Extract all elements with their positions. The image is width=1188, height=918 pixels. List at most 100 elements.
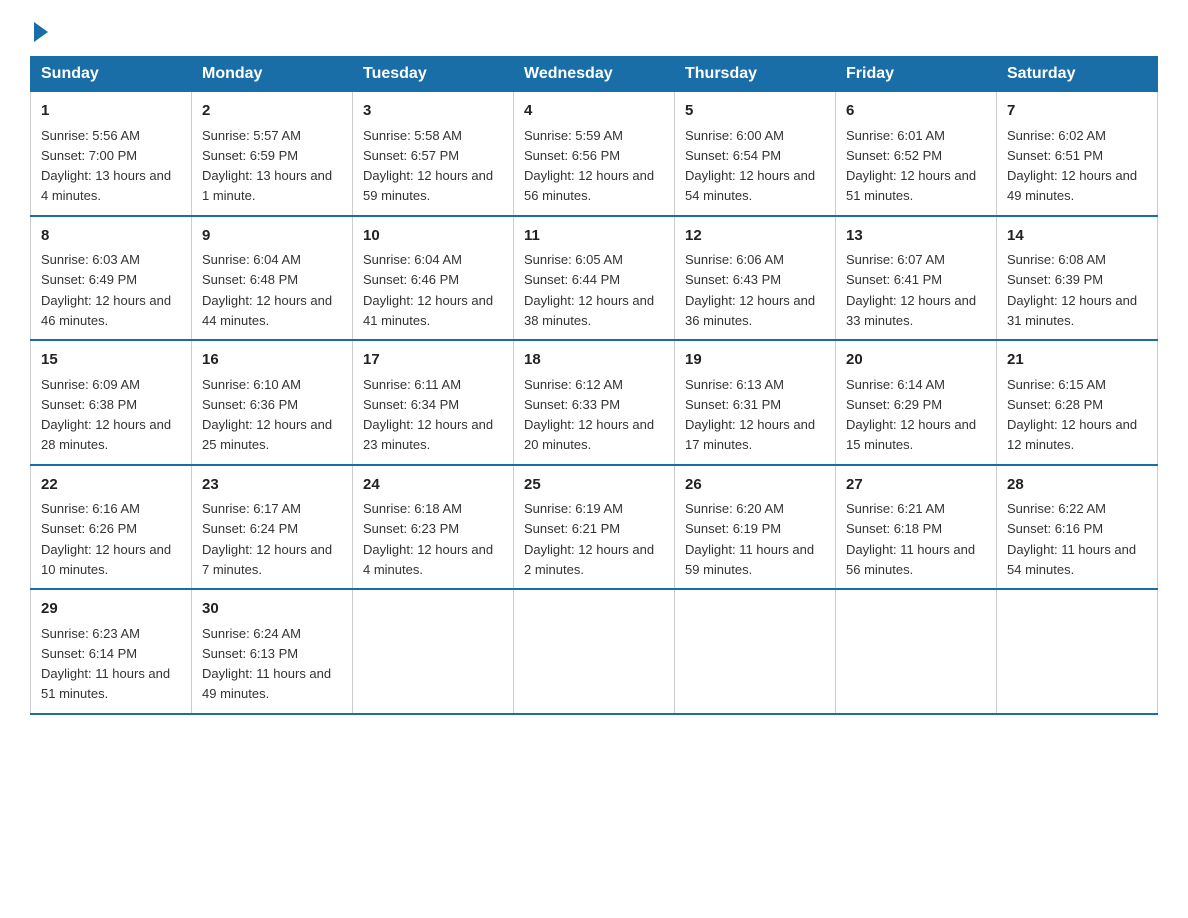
calendar-cell: 4 Sunrise: 5:59 AMSunset: 6:56 PMDayligh…: [514, 92, 675, 216]
header-thursday: Thursday: [675, 57, 836, 92]
calendar-cell: [997, 589, 1158, 714]
day-info: Sunrise: 6:24 AMSunset: 6:13 PMDaylight:…: [202, 626, 331, 702]
day-info: Sunrise: 6:01 AMSunset: 6:52 PMDaylight:…: [846, 128, 976, 204]
day-number: 4: [524, 100, 664, 123]
calendar-cell: 8 Sunrise: 6:03 AMSunset: 6:49 PMDayligh…: [31, 216, 192, 341]
calendar-cell: 30 Sunrise: 6:24 AMSunset: 6:13 PMDaylig…: [192, 589, 353, 714]
day-number: 17: [363, 349, 503, 372]
day-number: 12: [685, 225, 825, 248]
week-row-1: 1 Sunrise: 5:56 AMSunset: 7:00 PMDayligh…: [31, 92, 1158, 216]
day-number: 26: [685, 474, 825, 497]
header-saturday: Saturday: [997, 57, 1158, 92]
day-number: 21: [1007, 349, 1147, 372]
week-row-5: 29 Sunrise: 6:23 AMSunset: 6:14 PMDaylig…: [31, 589, 1158, 714]
day-info: Sunrise: 6:19 AMSunset: 6:21 PMDaylight:…: [524, 501, 654, 577]
day-number: 11: [524, 225, 664, 248]
calendar-cell: [675, 589, 836, 714]
day-number: 30: [202, 598, 342, 621]
day-info: Sunrise: 6:08 AMSunset: 6:39 PMDaylight:…: [1007, 252, 1137, 328]
header-wednesday: Wednesday: [514, 57, 675, 92]
calendar-cell: 23 Sunrise: 6:17 AMSunset: 6:24 PMDaylig…: [192, 465, 353, 590]
calendar-cell: 11 Sunrise: 6:05 AMSunset: 6:44 PMDaylig…: [514, 216, 675, 341]
day-number: 29: [41, 598, 181, 621]
calendar-cell: 22 Sunrise: 6:16 AMSunset: 6:26 PMDaylig…: [31, 465, 192, 590]
day-number: 27: [846, 474, 986, 497]
day-info: Sunrise: 6:16 AMSunset: 6:26 PMDaylight:…: [41, 501, 171, 577]
day-info: Sunrise: 5:58 AMSunset: 6:57 PMDaylight:…: [363, 128, 493, 204]
day-info: Sunrise: 6:22 AMSunset: 6:16 PMDaylight:…: [1007, 501, 1136, 577]
day-info: Sunrise: 6:10 AMSunset: 6:36 PMDaylight:…: [202, 377, 332, 453]
day-number: 23: [202, 474, 342, 497]
day-info: Sunrise: 5:57 AMSunset: 6:59 PMDaylight:…: [202, 128, 332, 204]
day-info: Sunrise: 6:20 AMSunset: 6:19 PMDaylight:…: [685, 501, 814, 577]
day-number: 14: [1007, 225, 1147, 248]
day-number: 5: [685, 100, 825, 123]
calendar-cell: 18 Sunrise: 6:12 AMSunset: 6:33 PMDaylig…: [514, 340, 675, 465]
day-info: Sunrise: 6:05 AMSunset: 6:44 PMDaylight:…: [524, 252, 654, 328]
day-number: 18: [524, 349, 664, 372]
calendar-cell: 24 Sunrise: 6:18 AMSunset: 6:23 PMDaylig…: [353, 465, 514, 590]
calendar-cell: 25 Sunrise: 6:19 AMSunset: 6:21 PMDaylig…: [514, 465, 675, 590]
day-info: Sunrise: 6:06 AMSunset: 6:43 PMDaylight:…: [685, 252, 815, 328]
day-number: 10: [363, 225, 503, 248]
calendar-cell: 17 Sunrise: 6:11 AMSunset: 6:34 PMDaylig…: [353, 340, 514, 465]
day-number: 24: [363, 474, 503, 497]
header-sunday: Sunday: [31, 57, 192, 92]
day-number: 16: [202, 349, 342, 372]
day-info: Sunrise: 6:13 AMSunset: 6:31 PMDaylight:…: [685, 377, 815, 453]
day-info: Sunrise: 6:02 AMSunset: 6:51 PMDaylight:…: [1007, 128, 1137, 204]
day-number: 8: [41, 225, 181, 248]
day-info: Sunrise: 6:07 AMSunset: 6:41 PMDaylight:…: [846, 252, 976, 328]
day-info: Sunrise: 6:17 AMSunset: 6:24 PMDaylight:…: [202, 501, 332, 577]
calendar-cell: 1 Sunrise: 5:56 AMSunset: 7:00 PMDayligh…: [31, 92, 192, 216]
week-row-2: 8 Sunrise: 6:03 AMSunset: 6:49 PMDayligh…: [31, 216, 1158, 341]
day-number: 22: [41, 474, 181, 497]
day-info: Sunrise: 6:15 AMSunset: 6:28 PMDaylight:…: [1007, 377, 1137, 453]
day-info: Sunrise: 5:56 AMSunset: 7:00 PMDaylight:…: [41, 128, 171, 204]
header-monday: Monday: [192, 57, 353, 92]
day-info: Sunrise: 6:14 AMSunset: 6:29 PMDaylight:…: [846, 377, 976, 453]
day-number: 1: [41, 100, 181, 123]
calendar-header-row: SundayMondayTuesdayWednesdayThursdayFrid…: [31, 57, 1158, 92]
day-info: Sunrise: 6:00 AMSunset: 6:54 PMDaylight:…: [685, 128, 815, 204]
week-row-3: 15 Sunrise: 6:09 AMSunset: 6:38 PMDaylig…: [31, 340, 1158, 465]
calendar-cell: [836, 589, 997, 714]
header-tuesday: Tuesday: [353, 57, 514, 92]
day-info: Sunrise: 6:21 AMSunset: 6:18 PMDaylight:…: [846, 501, 975, 577]
calendar-cell: 28 Sunrise: 6:22 AMSunset: 6:16 PMDaylig…: [997, 465, 1158, 590]
calendar-table: SundayMondayTuesdayWednesdayThursdayFrid…: [30, 56, 1158, 715]
calendar-cell: 13 Sunrise: 6:07 AMSunset: 6:41 PMDaylig…: [836, 216, 997, 341]
calendar-cell: 16 Sunrise: 6:10 AMSunset: 6:36 PMDaylig…: [192, 340, 353, 465]
day-info: Sunrise: 6:03 AMSunset: 6:49 PMDaylight:…: [41, 252, 171, 328]
week-row-4: 22 Sunrise: 6:16 AMSunset: 6:26 PMDaylig…: [31, 465, 1158, 590]
calendar-cell: 29 Sunrise: 6:23 AMSunset: 6:14 PMDaylig…: [31, 589, 192, 714]
calendar-cell: 3 Sunrise: 5:58 AMSunset: 6:57 PMDayligh…: [353, 92, 514, 216]
logo-arrow-icon: [34, 22, 48, 42]
calendar-cell: 12 Sunrise: 6:06 AMSunset: 6:43 PMDaylig…: [675, 216, 836, 341]
calendar-cell: 15 Sunrise: 6:09 AMSunset: 6:38 PMDaylig…: [31, 340, 192, 465]
calendar-cell: [514, 589, 675, 714]
calendar-cell: 19 Sunrise: 6:13 AMSunset: 6:31 PMDaylig…: [675, 340, 836, 465]
calendar-cell: 10 Sunrise: 6:04 AMSunset: 6:46 PMDaylig…: [353, 216, 514, 341]
calendar-cell: 14 Sunrise: 6:08 AMSunset: 6:39 PMDaylig…: [997, 216, 1158, 341]
day-info: Sunrise: 6:11 AMSunset: 6:34 PMDaylight:…: [363, 377, 493, 453]
calendar-cell: 27 Sunrise: 6:21 AMSunset: 6:18 PMDaylig…: [836, 465, 997, 590]
day-number: 3: [363, 100, 503, 123]
calendar-cell: 6 Sunrise: 6:01 AMSunset: 6:52 PMDayligh…: [836, 92, 997, 216]
calendar-cell: 7 Sunrise: 6:02 AMSunset: 6:51 PMDayligh…: [997, 92, 1158, 216]
day-number: 19: [685, 349, 825, 372]
day-number: 2: [202, 100, 342, 123]
calendar-cell: 5 Sunrise: 6:00 AMSunset: 6:54 PMDayligh…: [675, 92, 836, 216]
day-info: Sunrise: 6:09 AMSunset: 6:38 PMDaylight:…: [41, 377, 171, 453]
calendar-cell: 9 Sunrise: 6:04 AMSunset: 6:48 PMDayligh…: [192, 216, 353, 341]
day-info: Sunrise: 6:23 AMSunset: 6:14 PMDaylight:…: [41, 626, 170, 702]
calendar-cell: 2 Sunrise: 5:57 AMSunset: 6:59 PMDayligh…: [192, 92, 353, 216]
logo: [30, 20, 48, 38]
day-number: 25: [524, 474, 664, 497]
day-number: 9: [202, 225, 342, 248]
day-info: Sunrise: 6:04 AMSunset: 6:46 PMDaylight:…: [363, 252, 493, 328]
day-number: 28: [1007, 474, 1147, 497]
day-number: 15: [41, 349, 181, 372]
day-info: Sunrise: 6:04 AMSunset: 6:48 PMDaylight:…: [202, 252, 332, 328]
day-info: Sunrise: 5:59 AMSunset: 6:56 PMDaylight:…: [524, 128, 654, 204]
